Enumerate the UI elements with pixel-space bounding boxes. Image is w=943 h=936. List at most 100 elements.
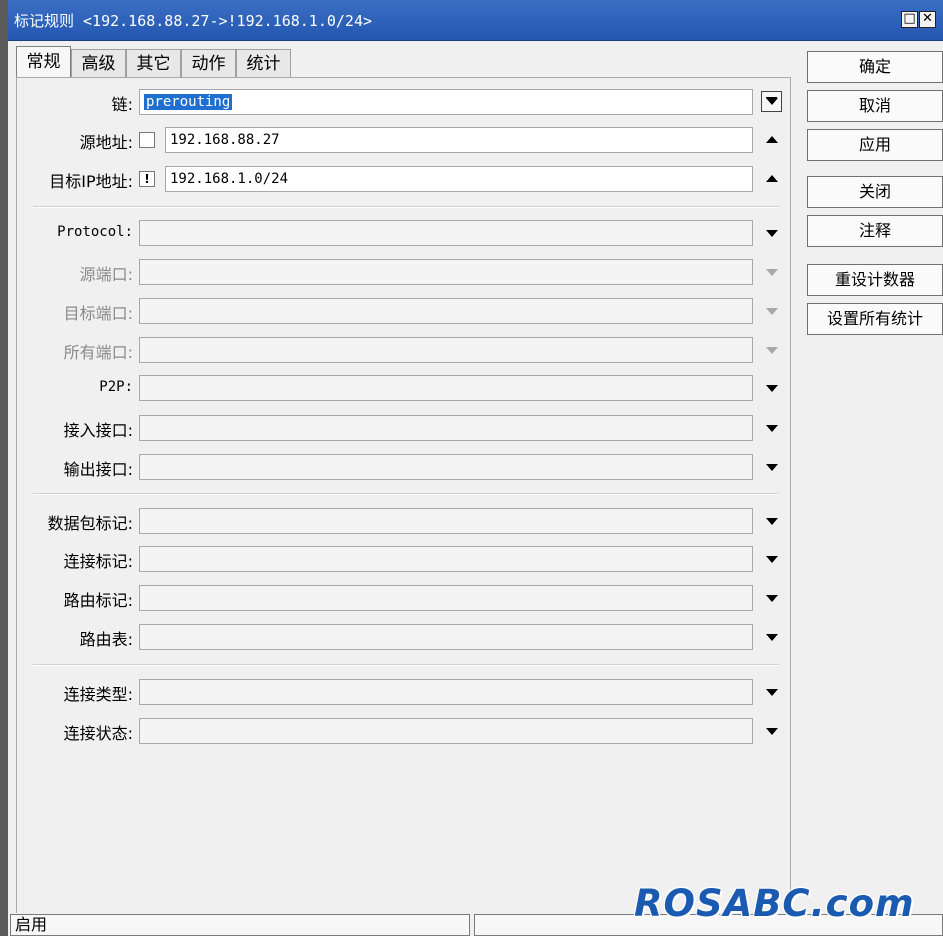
out-interface-input[interactable] xyxy=(139,454,753,480)
watermark-logo: ROSABC.com xyxy=(634,882,915,925)
src-address-row: 源地址: 192.168.88.27 xyxy=(17,127,792,153)
in-interface-dropdown[interactable] xyxy=(761,417,783,439)
src-port-label: 源端口: xyxy=(79,265,133,284)
chevron-down-icon xyxy=(766,728,778,735)
reset-counters-button[interactable]: 重设计数器 xyxy=(807,264,943,296)
chevron-down-icon xyxy=(766,98,778,105)
mark-rule-window: 标记规则 <192.168.88.27->!192.168.1.0/24> □ … xyxy=(0,0,943,936)
dst-port-label: 目标端口: xyxy=(63,304,133,323)
chevron-down-icon xyxy=(766,464,778,471)
dst-address-input[interactable]: 192.168.1.0/24 xyxy=(165,166,753,192)
in-interface-input[interactable] xyxy=(139,415,753,441)
p2p-dropdown[interactable] xyxy=(761,377,783,399)
routing-mark-label: 路由标记: xyxy=(63,591,133,610)
protocol-dropdown[interactable] xyxy=(761,222,783,244)
chevron-down-icon xyxy=(766,230,778,237)
chevron-up-icon xyxy=(766,136,778,143)
out-interface-label: 输出接口: xyxy=(63,460,133,479)
routing-mark-input[interactable] xyxy=(139,585,753,611)
routing-mark-dropdown[interactable] xyxy=(761,587,783,609)
comment-button[interactable]: 注释 xyxy=(807,215,943,247)
dst-port-row: 目标端口: xyxy=(17,298,792,324)
connection-state-dropdown[interactable] xyxy=(761,720,783,742)
in-interface-row: 接入接口: xyxy=(17,415,792,441)
separator xyxy=(33,664,779,666)
connection-mark-row: 连接标记: xyxy=(17,546,792,572)
tab-statistics[interactable]: 统计 xyxy=(236,49,291,78)
cancel-button[interactable]: 取消 xyxy=(807,90,943,122)
src-port-row: 源端口: xyxy=(17,259,792,285)
tab-general[interactable]: 常规 xyxy=(16,46,71,79)
close-icon[interactable]: ✕ xyxy=(919,11,936,28)
chevron-down-icon xyxy=(766,634,778,641)
reset-all-counters-button[interactable]: 设置所有统计 xyxy=(807,303,943,335)
apply-button[interactable]: 应用 xyxy=(807,129,943,161)
title-bar[interactable]: 标记规则 <192.168.88.27->!192.168.1.0/24> □ … xyxy=(8,0,943,41)
src-address-negate-checkbox[interactable] xyxy=(139,132,155,148)
src-port-input xyxy=(139,259,753,285)
packet-mark-input[interactable] xyxy=(139,508,753,534)
chevron-down-icon xyxy=(766,269,778,276)
routing-table-input[interactable] xyxy=(139,624,753,650)
connection-state-row: 连接状态: xyxy=(17,718,792,744)
chain-value: prerouting xyxy=(144,94,233,110)
tab-advanced[interactable]: 高级 xyxy=(71,49,126,78)
routing-table-dropdown[interactable] xyxy=(761,626,783,648)
dst-address-row: 目标IP地址: ! 192.168.1.0/24 xyxy=(17,166,792,192)
tab-extra[interactable]: 其它 xyxy=(126,49,181,78)
packet-mark-row: 数据包标记: xyxy=(17,508,792,534)
in-interface-label: 接入接口: xyxy=(63,421,133,440)
window-title: 标记规则 <192.168.88.27->!192.168.1.0/24> xyxy=(14,12,373,30)
routing-table-row: 路由表: xyxy=(17,624,792,650)
p2p-row: P2P: xyxy=(17,375,792,401)
tab-action[interactable]: 动作 xyxy=(181,49,236,78)
dst-address-collapse[interactable] xyxy=(761,168,783,190)
protocol-input[interactable] xyxy=(139,220,753,246)
routing-mark-row: 路由标记: xyxy=(17,585,792,611)
connection-state-input[interactable] xyxy=(139,718,753,744)
dst-port-dropdown xyxy=(761,300,783,322)
any-port-row: 所有端口: xyxy=(17,337,792,363)
general-panel: 链: prerouting 源地址: 192.168.88.27 目标IP地址:… xyxy=(16,77,791,913)
p2p-label: P2P: xyxy=(99,379,133,395)
connection-type-input[interactable] xyxy=(139,679,753,705)
chevron-down-icon xyxy=(766,556,778,563)
chevron-down-icon xyxy=(766,518,778,525)
status-enabled: 启用 xyxy=(10,914,470,936)
dst-address-label: 目标IP地址: xyxy=(49,172,133,191)
dst-address-negate-checkbox[interactable]: ! xyxy=(139,171,155,187)
connection-mark-label: 连接标记: xyxy=(63,552,133,571)
chain-row: 链: prerouting xyxy=(17,89,792,115)
src-address-value: 192.168.88.27 xyxy=(170,132,280,148)
chain-input[interactable]: prerouting xyxy=(139,89,753,115)
out-interface-row: 输出接口: xyxy=(17,454,792,480)
maximize-icon[interactable]: □ xyxy=(901,11,918,28)
connection-type-label: 连接类型: xyxy=(63,685,133,704)
chevron-up-icon xyxy=(766,175,778,182)
routing-table-label: 路由表: xyxy=(79,630,133,649)
ok-button[interactable]: 确定 xyxy=(807,51,943,83)
chain-dropdown[interactable] xyxy=(761,91,782,112)
connection-mark-dropdown[interactable] xyxy=(761,548,783,570)
any-port-input xyxy=(139,337,753,363)
chevron-down-icon xyxy=(766,308,778,315)
connection-mark-input[interactable] xyxy=(139,546,753,572)
separator xyxy=(33,493,779,495)
dst-address-value: 192.168.1.0/24 xyxy=(170,171,289,187)
dst-port-input xyxy=(139,298,753,324)
src-address-label: 源地址: xyxy=(79,133,133,152)
close-button[interactable]: 关闭 xyxy=(807,176,943,208)
separator xyxy=(33,206,779,208)
src-address-collapse[interactable] xyxy=(761,129,783,151)
chevron-down-icon xyxy=(766,385,778,392)
any-port-dropdown xyxy=(761,339,783,361)
dropdown-bar-icon xyxy=(766,97,777,98)
chevron-down-icon xyxy=(766,595,778,602)
connection-type-row: 连接类型: xyxy=(17,679,792,705)
packet-mark-dropdown[interactable] xyxy=(761,510,783,532)
src-address-input[interactable]: 192.168.88.27 xyxy=(165,127,753,153)
p2p-input[interactable] xyxy=(139,375,753,401)
protocol-row: Protocol: xyxy=(17,220,792,246)
out-interface-dropdown[interactable] xyxy=(761,456,783,478)
connection-type-dropdown[interactable] xyxy=(761,681,783,703)
